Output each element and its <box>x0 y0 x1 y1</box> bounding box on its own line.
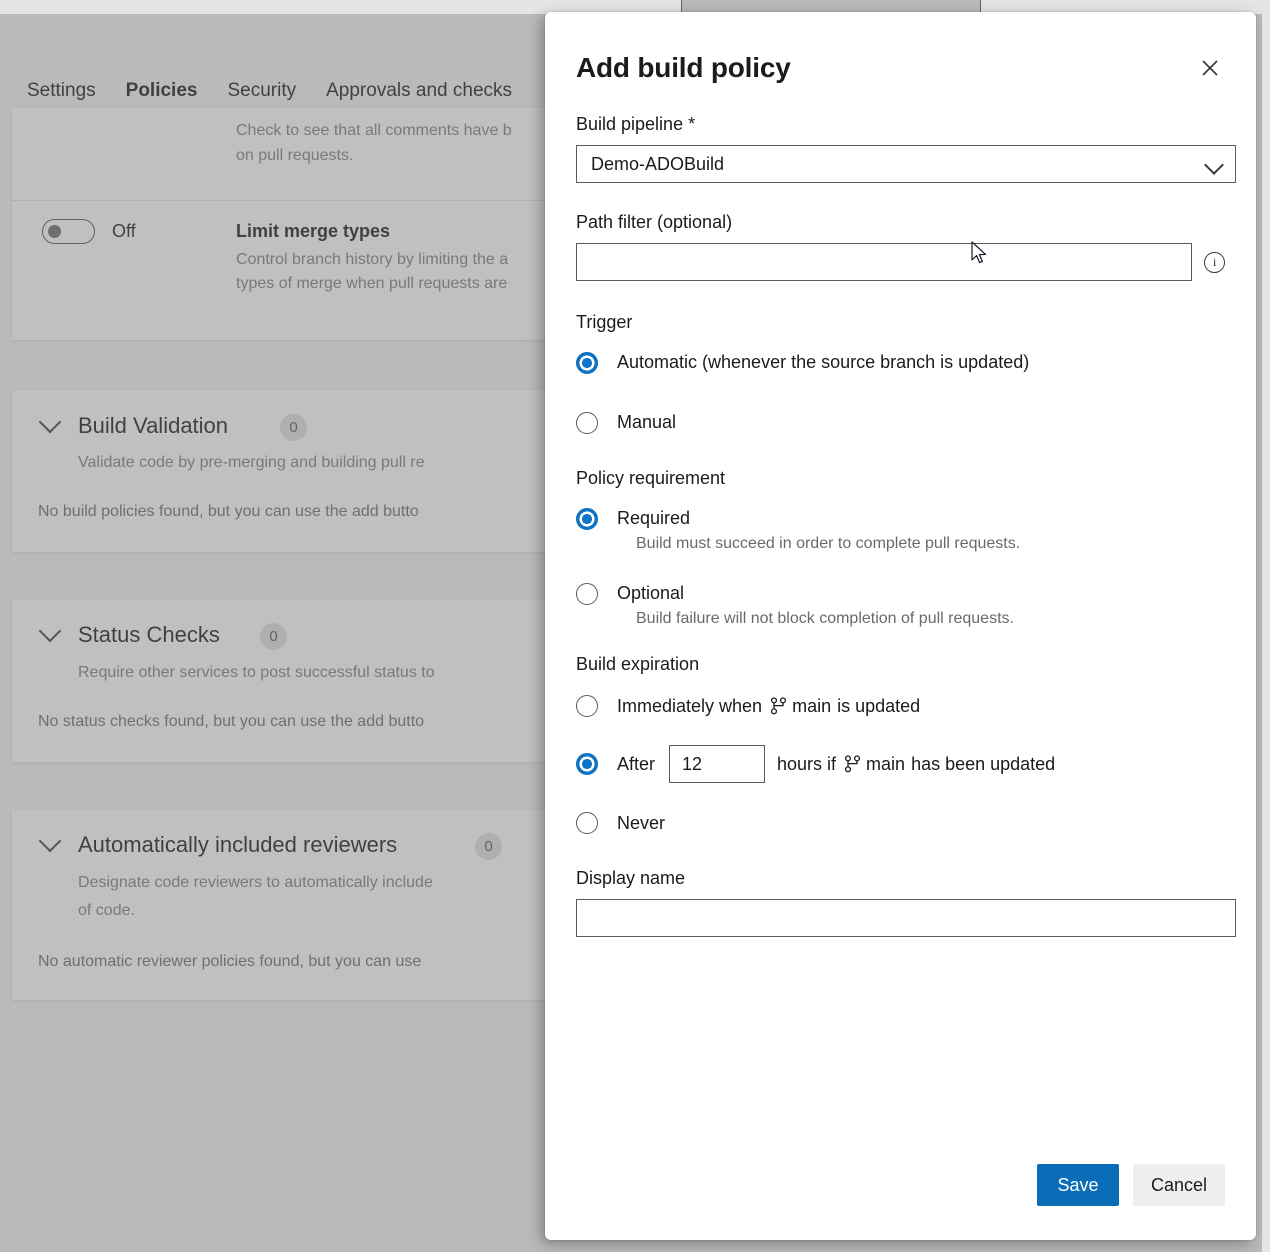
expiration-option-after[interactable]: After hours if main has been updated <box>576 745 1225 783</box>
status-checks-title: Status Checks <box>78 622 220 648</box>
status-checks-desc: Require other services to post successfu… <box>78 660 560 685</box>
panel-footer: Save Cancel <box>545 1130 1256 1240</box>
save-button[interactable]: Save <box>1037 1164 1119 1206</box>
expiration-after-suffix: has been updated <box>911 754 1055 775</box>
expiration-immediately-suffix: is updated <box>837 696 920 717</box>
trigger-option-automatic[interactable]: Automatic (whenever the source branch is… <box>576 350 1225 374</box>
status-checks-count: 0 <box>260 623 287 650</box>
branch-icon <box>844 755 861 773</box>
trigger-manual-label: Manual <box>617 410 676 434</box>
build-pipeline-label: Build pipeline * <box>576 114 1225 135</box>
path-filter-label: Path filter (optional) <box>576 212 1225 233</box>
expiration-option-immediately[interactable]: Immediately when main is updated <box>576 694 1225 718</box>
policy-optional-sub: Build failure will not block completion … <box>636 608 1225 630</box>
policy-requirement-label: Policy requirement <box>576 468 1225 489</box>
radio-immediately[interactable] <box>576 695 598 717</box>
build-validation-title: Build Validation <box>78 413 228 439</box>
build-expiration-label: Build expiration <box>576 654 1225 675</box>
build-validation-desc: Validate code by pre-merging and buildin… <box>78 450 560 475</box>
display-name-label: Display name <box>576 868 1225 889</box>
cancel-button[interactable]: Cancel <box>1133 1164 1225 1206</box>
radio-optional[interactable] <box>576 583 598 605</box>
build-validation-count: 0 <box>280 414 307 441</box>
radio-automatic[interactable] <box>576 352 598 374</box>
policy-required-sub: Build must succeed in order to complete … <box>636 533 1225 555</box>
expiration-after-prefix: After <box>617 752 655 776</box>
limit-merge-types-desc-line2: types of merge when pull requests are <box>236 271 561 296</box>
toggle-knob <box>48 225 61 238</box>
expiration-immediately-prefix: Immediately when <box>617 694 762 718</box>
limit-merge-types-toggle-state: Off <box>112 221 136 242</box>
policy-required-label: Required <box>617 506 690 530</box>
comment-policy-desc-line2: on pull requests. <box>236 143 353 168</box>
panel-title: Add build policy <box>576 52 791 84</box>
close-icon[interactable] <box>1194 52 1226 84</box>
expiration-option-never[interactable]: Never <box>576 811 1225 835</box>
radio-after[interactable] <box>576 753 598 775</box>
automatic-reviewers-empty-text: No automatic reviewer policies found, bu… <box>38 953 560 971</box>
tab-settings[interactable]: Settings <box>12 80 111 102</box>
radio-required[interactable] <box>576 508 598 530</box>
radio-never[interactable] <box>576 812 598 834</box>
build-validation-empty-text: No build policies found, but you can use… <box>38 503 560 521</box>
panel-body: Build pipeline * Demo-ADOBuild Path filt… <box>545 114 1256 1130</box>
limit-merge-types-desc-line1: Control branch history by limiting the a <box>236 247 561 272</box>
policy-option-optional[interactable]: Optional <box>576 581 1225 605</box>
info-icon[interactable]: i <box>1204 252 1225 273</box>
policy-option-required[interactable]: Required <box>576 506 1225 530</box>
add-build-policy-panel: Add build policy Build pipeline * Demo-A… <box>545 12 1256 1240</box>
policy-optional-label: Optional <box>617 581 684 605</box>
radio-manual[interactable] <box>576 412 598 434</box>
automatic-reviewers-desc-line1: Designate code reviewers to automaticall… <box>78 870 560 895</box>
automatic-reviewers-title: Automatically included reviewers <box>78 832 397 858</box>
limit-merge-types-toggle[interactable] <box>42 219 95 244</box>
expiration-immediately-branch: main <box>792 696 831 717</box>
branch-icon <box>770 697 787 715</box>
tab-policies[interactable]: Policies <box>111 80 213 102</box>
chevron-down-icon <box>1204 155 1224 175</box>
expiration-after-branch: main <box>866 754 905 775</box>
automatic-reviewers-count: 0 <box>475 833 502 860</box>
build-pipeline-value: Demo-ADOBuild <box>591 154 724 175</box>
trigger-label: Trigger <box>576 312 1225 333</box>
automatic-reviewers-desc-line2: of code. <box>78 898 135 923</box>
comment-policy-desc-line1: Check to see that all comments have b <box>236 118 566 143</box>
limit-merge-types-title: Limit merge types <box>236 221 390 242</box>
display-name-input[interactable] <box>576 899 1236 937</box>
trigger-automatic-label: Automatic (whenever the source branch is… <box>617 350 1029 374</box>
path-filter-input[interactable] <box>576 243 1192 281</box>
expiration-never-label: Never <box>617 811 665 835</box>
tab-approvals-and-checks[interactable]: Approvals and checks <box>311 80 527 102</box>
tab-security[interactable]: Security <box>212 80 311 102</box>
expiration-after-mid: hours if <box>777 754 836 775</box>
expiration-hours-input[interactable] <box>669 745 765 783</box>
build-pipeline-select[interactable]: Demo-ADOBuild <box>576 145 1236 183</box>
status-checks-empty-text: No status checks found, but you can use … <box>38 713 560 731</box>
trigger-option-manual[interactable]: Manual <box>576 410 1225 434</box>
